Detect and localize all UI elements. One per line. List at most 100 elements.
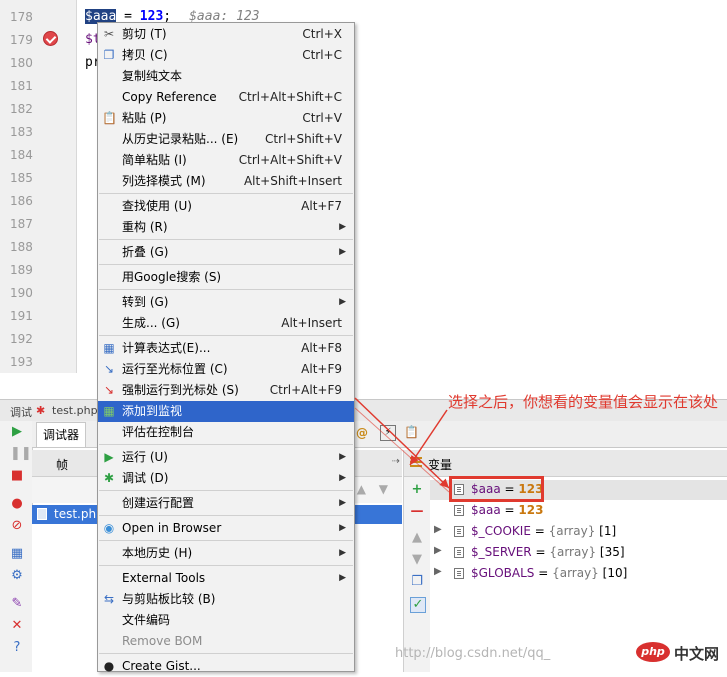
logo-php-badge: php [636,642,670,662]
menu-item-create-run-config[interactable]: 创建运行配置 ▶ [98,493,354,514]
view-breakpoints-icon[interactable]: ● [10,497,24,511]
menu-separator [99,515,353,516]
debug-title-label: 调试 [10,406,32,419]
show-watches-icon[interactable]: ✓ [410,597,426,613]
line-number: 187 [10,217,33,231]
menu-item-external-tools[interactable]: External Tools ▶ [98,568,354,589]
menu-item-fold[interactable]: 折叠 (G) ▶ [98,242,354,263]
expand-arrow-icon[interactable]: ▶ [434,524,442,535]
variable-row[interactable]: $aaa = 123 [430,501,727,521]
menu-item-copy[interactable]: ❐ 拷贝 (C) Ctrl+C [98,45,354,66]
pause-icon[interactable]: ❚❚ [10,447,32,461]
menu-item-paste-simple[interactable]: 简单粘贴 (I) Ctrl+Alt+Shift+V [98,150,354,171]
variable-eq: = [500,503,519,517]
menu-item-google-search[interactable]: 用Google搜索 (S) [98,267,354,288]
copy-value-icon[interactable]: ❐ [410,575,424,589]
evaluate-icon[interactable]: ⚡ [380,425,396,441]
menu-item-force-run-to-cursor[interactable]: ↘ 强制运行到光标处 (S) Ctrl+Alt+F9 [98,380,354,401]
menu-item-find-usages[interactable]: 查找使用 (U) Alt+F7 [98,196,354,217]
expand-arrow-icon[interactable]: ▶ [434,545,442,556]
resume-icon[interactable]: ▶ [10,425,24,439]
variable-row[interactable]: ▶ $_SERVER = {array} [35] [430,543,727,563]
clipboard-icon[interactable]: 📋 [404,425,419,439]
move-up-icon[interactable]: ▲ [410,531,424,545]
line-number: 178 [10,10,33,24]
line-number: 190 [10,286,33,300]
menu-item-column-mode[interactable]: 列选择模式 (M) Alt+Shift+Insert [98,171,354,192]
line-number: 179 [10,33,33,47]
menu-item-copy-plain[interactable]: 复制纯文本 [98,66,354,87]
menu-item-create-gist[interactable]: ● Create Gist... [98,656,354,677]
menu-item-label: Create Gist... [122,659,201,673]
variables-header-label: 变量 [428,458,453,472]
editor-gutter[interactable]: 178 179 180 181 182 183 184 185 186 187 … [0,0,76,373]
menu-item-label: 添加到监视 [122,404,183,418]
menu-item-file-encoding[interactable]: 文件编码 [98,610,354,631]
tab-debugger[interactable]: 调试器 [36,422,87,447]
menu-item-shortcut: Ctrl+X [302,27,342,41]
menu-item-add-to-watches[interactable]: ▦ 添加到监视 [98,401,354,422]
expand-arrow-icon[interactable]: ▶ [434,566,442,577]
php-file-icon [37,508,47,520]
help-icon[interactable]: ? [10,641,24,655]
at-sign-icon[interactable]: @ [356,426,368,440]
pin-icon[interactable]: ✎ [10,597,24,611]
menu-item-evaluate-expression[interactable]: ▦ 计算表达式(E)... Alt+F8 [98,338,354,359]
menu-item-evaluate-in-console[interactable]: 评估在控制台 [98,422,354,443]
close-icon[interactable]: ✕ [10,619,24,633]
pin-arrow-icon[interactable]: ⇢ [392,456,400,467]
menu-item-generate[interactable]: 生成... (G) Alt+Insert [98,313,354,334]
menu-item-compare-clipboard[interactable]: ⇆ 与剪贴板比较 (B) [98,589,354,610]
line-number: 193 [10,355,33,369]
menu-item-label: 本地历史 (H) [122,546,193,560]
variable-row[interactable]: ▶ $_COOKIE = {array} [1] [430,522,727,542]
menu-item-run-to-cursor[interactable]: ↘ 运行至光标位置 (C) Alt+F9 [98,359,354,380]
menu-item-label: 粘贴 (P) [122,111,167,125]
menu-separator [99,289,353,290]
menu-item-label: 生成... (G) [122,316,180,330]
variable-count: [10] [602,566,628,580]
menu-item-shortcut: Ctrl+V [302,111,342,125]
move-down-icon[interactable]: ▼ [410,553,424,567]
add-watch-icon: ▦ [103,404,115,418]
github-icon: ● [103,659,115,673]
menu-separator [99,264,353,265]
menu-item-shortcut: Ctrl+C [302,48,342,62]
settings-gear-icon[interactable]: ⚙ [10,569,24,583]
variable-row[interactable]: ▶ $GLOBALS = {array} [10] [430,564,727,584]
menu-item-open-in-browser[interactable]: ◉ Open in Browser ▶ [98,518,354,539]
down-arrow-icon[interactable]: ▼ [379,482,388,496]
debug-bug-icon: ✱ [36,404,46,417]
mute-breakpoints-icon[interactable]: ⊘ [10,519,24,533]
menu-item-debug[interactable]: ✱ 调试 (D) ▶ [98,468,354,489]
menu-item-goto[interactable]: 转到 (G) ▶ [98,292,354,313]
variable-name: $GLOBALS [471,566,535,580]
menu-item-paste[interactable]: 📋 粘贴 (P) Ctrl+V [98,108,354,129]
line-number: 186 [10,194,33,208]
menu-item-cut[interactable]: ✂ 剪切 (T) Ctrl+X [98,24,354,45]
submenu-arrow-icon: ▶ [339,452,346,462]
submenu-arrow-icon: ▶ [339,548,346,558]
debug-icon: ✱ [103,471,115,485]
menu-item-label: Copy Reference [122,90,217,104]
menu-item-label: 计算表达式(E)... [122,341,211,355]
remove-watch-minus-icon[interactable]: — [410,505,424,519]
menu-item-copy-reference[interactable]: Copy Reference Ctrl+Alt+Shift+C [98,87,354,108]
gutter-divider [76,0,77,373]
menu-separator [99,239,353,240]
menu-item-run[interactable]: ▶ 运行 (U) ▶ [98,447,354,468]
menu-item-refactor[interactable]: 重构 (R) ▶ [98,217,354,238]
add-watch-plus-icon[interactable]: + [410,483,424,497]
menu-item-local-history[interactable]: 本地历史 (H) ▶ [98,543,354,564]
browser-icon: ◉ [103,521,115,535]
up-arrow-icon[interactable]: ▲ [357,482,366,496]
breakpoint-check-icon[interactable] [43,31,58,46]
restore-layout-icon[interactable]: ▦ [10,547,24,561]
line-number: 191 [10,309,33,323]
line-number: 182 [10,102,33,116]
menu-item-shortcut: Ctrl+Shift+V [265,132,342,146]
menu-item-paste-history[interactable]: 从历史记录粘贴... (E) Ctrl+Shift+V [98,129,354,150]
stop-icon[interactable]: ■ [10,469,24,483]
menu-item-shortcut: Alt+Shift+Insert [243,174,342,188]
logo-cn-text: 中文网 [674,645,720,663]
